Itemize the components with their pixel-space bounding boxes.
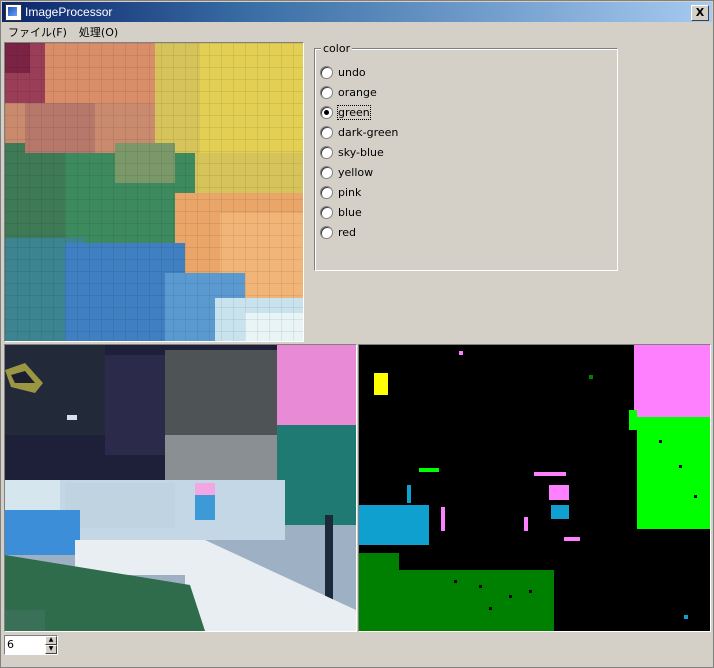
radio-dark-green-label[interactable]: dark-green [338, 126, 398, 139]
spinner-buttons: ▲ ▼ [45, 636, 57, 654]
radio-pink-circle[interactable] [320, 185, 333, 199]
radio-green[interactable]: green [320, 104, 371, 120]
radio-orange[interactable]: orange [320, 84, 377, 100]
threshold-spinner[interactable]: 6 ▲ ▼ [4, 635, 58, 655]
camera-view[interactable] [4, 344, 357, 632]
title-bar[interactable]: ImageProcessor X [2, 2, 712, 22]
radio-green-label[interactable]: green [337, 104, 371, 120]
menu-file[interactable]: ファイル(F) [2, 24, 73, 40]
radio-sky-blue-label[interactable]: sky-blue [338, 146, 384, 159]
color-group-legend: color [321, 42, 353, 55]
radio-green-circle[interactable] [320, 105, 333, 119]
radio-orange-circle[interactable] [320, 85, 333, 99]
radio-pink-label[interactable]: pink [338, 186, 361, 199]
app-icon [5, 3, 22, 21]
menu-process[interactable]: 処理(O) [73, 24, 124, 40]
mask-view[interactable] [358, 344, 711, 632]
main-window: ImageProcessor X ファイル(F) 処理(O) color und… [0, 0, 714, 668]
threshold-value[interactable]: 6 [5, 636, 45, 654]
close-button[interactable]: X [691, 5, 709, 21]
radio-sky-blue[interactable]: sky-blue [320, 144, 384, 160]
camera-image [5, 345, 356, 631]
radio-blue-circle[interactable] [320, 205, 333, 219]
radio-dark-green[interactable]: dark-green [320, 124, 398, 140]
radio-pink[interactable]: pink [320, 184, 361, 200]
radio-red-circle[interactable] [320, 225, 333, 239]
radio-red-label[interactable]: red [338, 226, 356, 239]
radio-blue[interactable]: blue [320, 204, 362, 220]
radio-yellow-circle[interactable] [320, 165, 333, 179]
radio-red[interactable]: red [320, 224, 356, 240]
spinner-up-arrow-icon[interactable]: ▲ [45, 636, 57, 645]
radio-undo-label[interactable]: undo [338, 66, 366, 79]
pixel-grid-overlay [5, 43, 303, 341]
radio-orange-label[interactable]: orange [338, 86, 377, 99]
zoomed-pixel-view [4, 42, 304, 342]
radio-yellow-label[interactable]: yellow [338, 166, 373, 179]
radio-yellow[interactable]: yellow [320, 164, 373, 180]
radio-blue-label[interactable]: blue [338, 206, 362, 219]
radio-sky-blue-circle[interactable] [320, 145, 333, 159]
radio-undo[interactable]: undo [320, 64, 366, 80]
spinner-down-arrow-icon[interactable]: ▼ [45, 645, 57, 654]
radio-undo-circle[interactable] [320, 65, 333, 79]
radio-dark-green-circle[interactable] [320, 125, 333, 139]
color-groupbox: color undo orange green dark-green sky-b… [314, 42, 618, 271]
mask-image [359, 345, 710, 631]
menu-bar: ファイル(F) 処理(O) [2, 23, 712, 41]
window-title: ImageProcessor [25, 5, 113, 19]
